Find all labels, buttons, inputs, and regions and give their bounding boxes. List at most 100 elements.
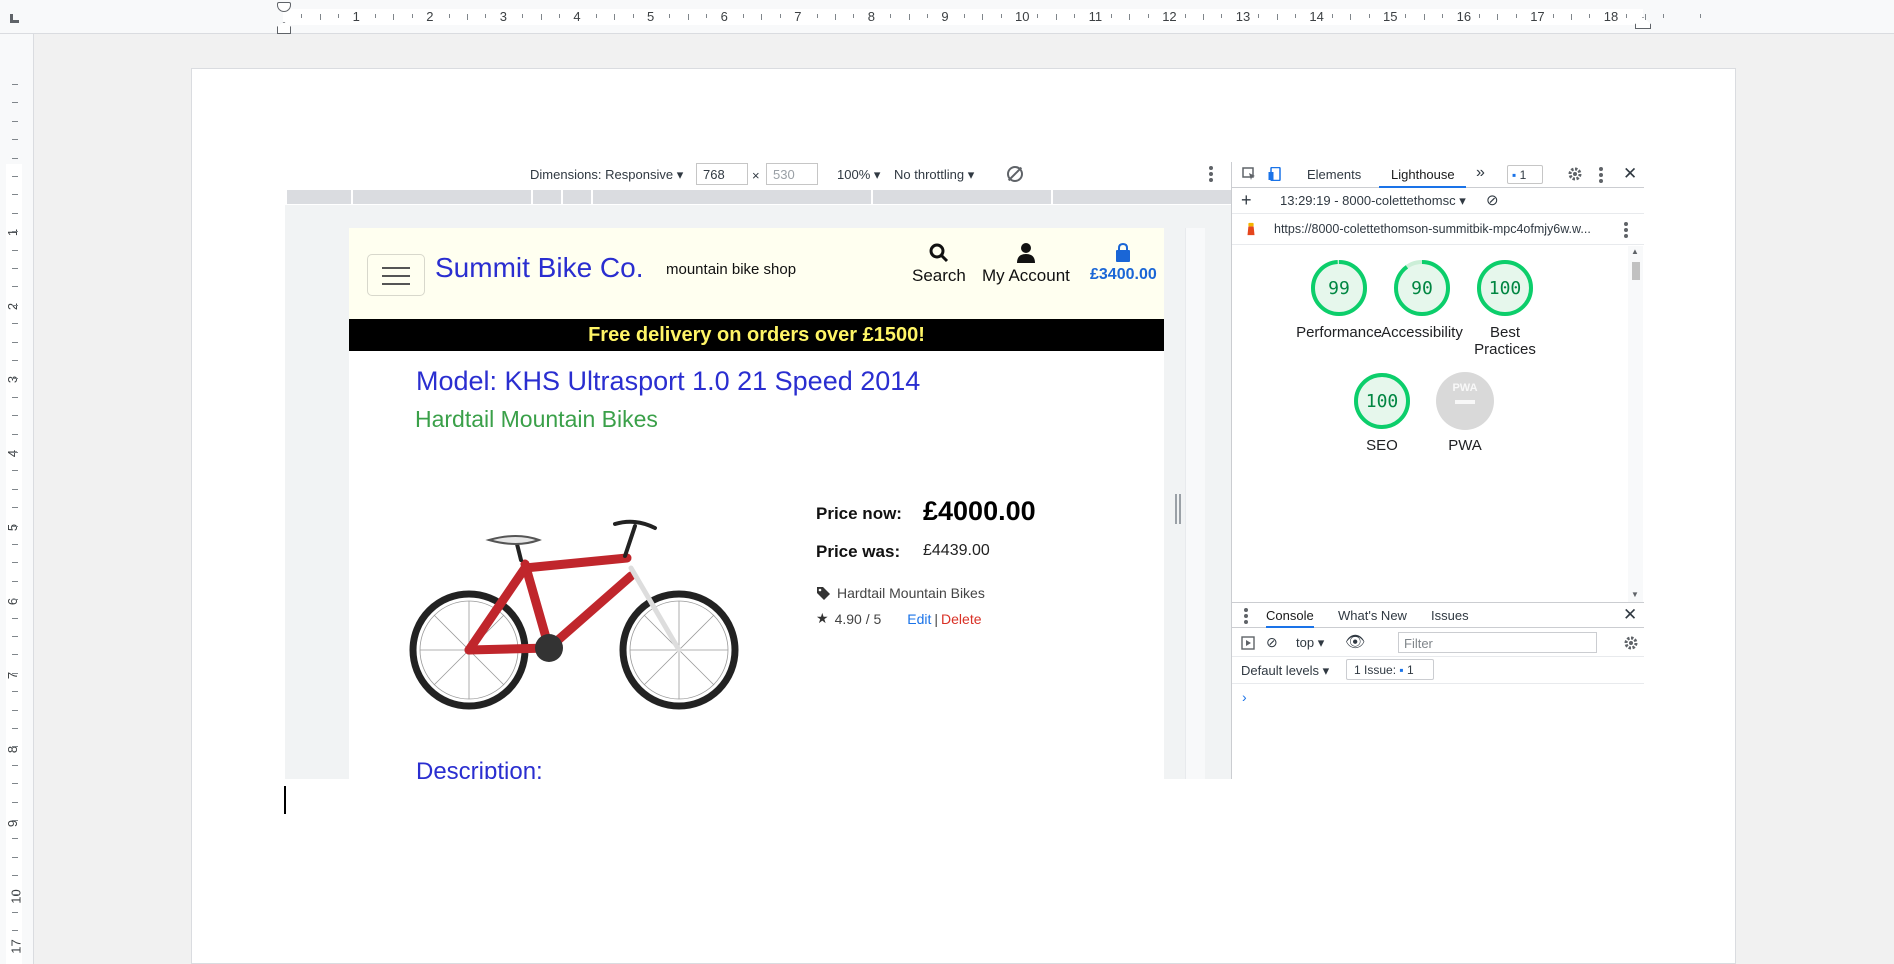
ruler-number: 4: [573, 9, 581, 24]
nav-cart[interactable]: £3400.00: [1090, 242, 1157, 284]
issues-pill-text: 1 Issue:: [1354, 663, 1397, 677]
vertical-ruler[interactable]: 1 2 3 4 5 6 7 8 9 10 17: [0, 34, 34, 964]
ruler-tick: [1589, 14, 1591, 18]
close-drawer-icon[interactable]: ✕: [1623, 605, 1637, 625]
score-gauge[interactable]: 100 Best Practices: [1450, 258, 1560, 358]
scrollbar-thumb[interactable]: [1632, 262, 1640, 280]
message-icon: ▪: [1512, 168, 1517, 182]
svg-text:PWA: PWA: [1452, 382, 1477, 394]
tab-lighthouse[interactable]: Lighthouse: [1391, 167, 1455, 182]
media-query-bar[interactable]: [287, 190, 1231, 204]
vertical-ruler-tick: [12, 544, 18, 545]
edit-link[interactable]: Edit: [907, 611, 931, 627]
nav-account[interactable]: My Account: [982, 242, 1070, 286]
pwa-gauge[interactable]: PWA PWA: [1410, 371, 1520, 454]
category-tag-link[interactable]: Hardtail Mountain Bikes: [837, 585, 985, 601]
viewport-width-input[interactable]: 768: [696, 163, 748, 185]
drawer-menu-icon[interactable]: [1244, 608, 1248, 624]
issues-pill[interactable]: 1 Issue: ▪ 1: [1346, 659, 1434, 680]
vertical-ruler-tick: [12, 525, 18, 527]
vertical-ruler-tick: [12, 452, 18, 453]
ruler-tick: [338, 14, 340, 18]
pwa-badge-icon: PWA: [1436, 372, 1494, 430]
new-report-icon[interactable]: +: [1241, 190, 1252, 211]
ruler-tick: [1644, 14, 1646, 20]
report-url[interactable]: https://8000-colettethomson-summitbik-mp…: [1274, 222, 1591, 236]
vertical-ruler-tick: [12, 930, 18, 932]
tab-whats-new[interactable]: What's New: [1338, 608, 1407, 623]
menu-toggle-button[interactable]: [367, 254, 425, 296]
ruler-tick: [1331, 14, 1333, 18]
ruler-tick: [1368, 14, 1370, 18]
vertical-ruler-tick: [12, 231, 18, 233]
clear-console-icon[interactable]: ⊘: [1266, 634, 1278, 651]
device-toolbar-icon[interactable]: [1268, 167, 1282, 181]
category-tag-row: Hardtail Mountain Bikes: [816, 585, 985, 601]
close-devtools-icon[interactable]: ✕: [1623, 164, 1637, 184]
tab-stop-selector-icon[interactable]: [10, 14, 19, 23]
horizontal-ruler[interactable]: 1 2 3 4 5 6 7 8 9 10 11 12 13 14 15 16 17 18: [0, 0, 1894, 34]
ruler-tick: [706, 14, 708, 18]
vertical-ruler-tick: [12, 212, 18, 214]
lighthouse-url-bar: https://8000-colettethomson-summitbik-mp…: [1232, 215, 1644, 245]
tab-console[interactable]: Console: [1266, 608, 1314, 628]
inspect-element-icon[interactable]: [1242, 167, 1256, 181]
nav-search[interactable]: Search: [912, 242, 966, 286]
ruler-tick: [1147, 14, 1149, 18]
ruler-tick: [522, 14, 524, 18]
vertical-ruler-tick: [12, 617, 18, 619]
context-selector[interactable]: top ▾: [1296, 635, 1324, 651]
ruler-tick: [1037, 14, 1039, 18]
report-selector[interactable]: 13:29:19 - 8000-colettethomsc ▾: [1280, 193, 1466, 209]
zoom-dropdown[interactable]: 100% ▾: [837, 167, 880, 183]
ruler-tick: [1699, 14, 1701, 18]
ruler-tick: [890, 14, 892, 18]
lighthouse-scrollbar[interactable]: ▲ ▼: [1628, 246, 1643, 602]
site-tagline: mountain bike shop: [666, 261, 797, 278]
console-toolbar: ⊘ top ▾ 👁 Filter: [1232, 629, 1644, 657]
dimensions-dropdown[interactable]: Dimensions: Responsive ▾: [530, 167, 683, 183]
console-filter-input[interactable]: Filter: [1398, 632, 1597, 653]
viewport-scrollbar[interactable]: [1185, 228, 1205, 779]
ruler-number: 12: [1162, 9, 1177, 24]
more-tabs-icon[interactable]: »: [1476, 164, 1485, 182]
throttling-dropdown[interactable]: No throttling ▾: [894, 167, 974, 183]
settings-gear-icon[interactable]: [1568, 167, 1582, 181]
product-model-title: Model: KHS Ultrasport 1.0 21 Speed 2014: [416, 366, 921, 396]
console-settings-icon[interactable]: [1624, 636, 1638, 650]
delete-link[interactable]: Delete: [941, 611, 981, 627]
show-sidebar-icon[interactable]: [1241, 636, 1255, 650]
ruler-tick: [963, 14, 965, 18]
live-expression-eye-icon[interactable]: 👁: [1345, 632, 1365, 652]
log-levels-dropdown[interactable]: Default levels ▾: [1241, 663, 1329, 679]
ruler-tick: [301, 14, 303, 18]
tab-elements[interactable]: Elements: [1307, 167, 1361, 182]
vertical-ruler-tick: [12, 470, 18, 472]
viewport-resize-handle[interactable]: [1175, 494, 1181, 524]
tab-issues[interactable]: Issues: [1431, 608, 1469, 623]
score-value: 100: [1489, 278, 1522, 299]
vertical-ruler-tick: [12, 820, 18, 821]
vertical-ruler-tick: [12, 323, 18, 325]
vertical-ruler-number: 17: [8, 939, 24, 954]
vertical-ruler-tick: [12, 286, 18, 288]
vertical-ruler-tick: [12, 304, 18, 306]
ruler-tick: [1497, 14, 1499, 20]
viewport-height-input[interactable]: 530: [766, 163, 818, 185]
vertical-ruler-tick: [12, 102, 18, 104]
devtools-menu-icon[interactable]: [1599, 167, 1603, 183]
report-menu-icon[interactable]: [1624, 222, 1628, 238]
ruler-number: 17: [1530, 9, 1545, 24]
console-prompt[interactable]: ›: [1242, 689, 1247, 705]
clear-reports-icon[interactable]: ⊘: [1486, 191, 1499, 209]
more-options-icon[interactable]: [1209, 166, 1213, 182]
issues-badge[interactable]: ▪ 1: [1507, 165, 1543, 184]
issues-badge-count: 1: [1519, 168, 1527, 182]
vertical-ruler-tick: [12, 433, 18, 435]
vertical-ruler-tick: [12, 948, 18, 950]
ruler-tick: [1350, 14, 1352, 20]
site-brand[interactable]: Summit Bike Co.: [435, 252, 644, 284]
embedded-screenshot[interactable]: Dimensions: Responsive ▾ 768 × 530 100% …: [285, 162, 1644, 779]
ruler-number: 14: [1309, 9, 1324, 24]
rotate-icon[interactable]: [1007, 166, 1023, 182]
